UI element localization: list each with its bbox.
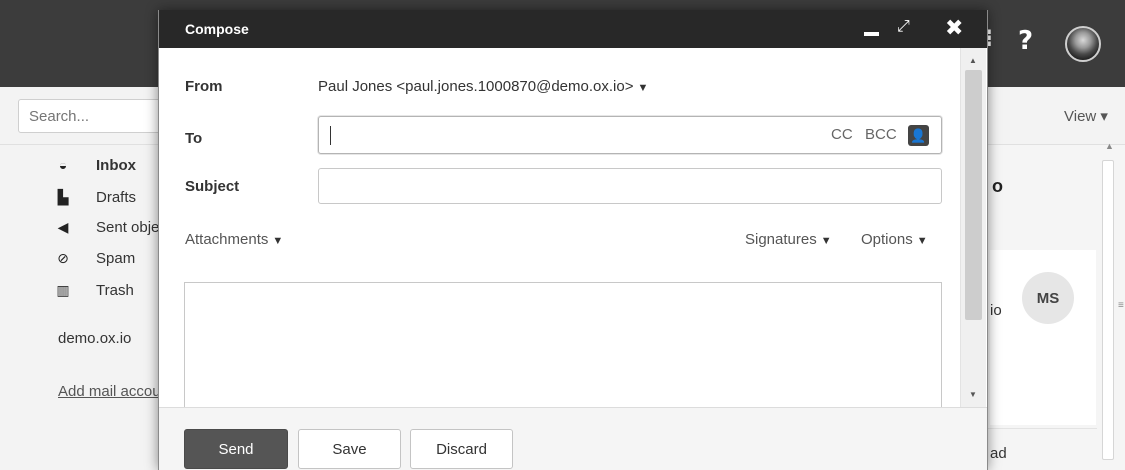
sender-avatar: MS <box>1022 272 1074 324</box>
options-dropdown[interactable]: Options ▼ <box>861 231 928 248</box>
send-icon: ◀ <box>57 218 69 235</box>
expand-icon[interactable]: ⤢ <box>897 18 910 36</box>
scroll-up-icon[interactable]: ▲ <box>969 56 977 65</box>
compose-scrollbar[interactable]: ▲ ▼ <box>960 48 986 407</box>
sidebar-item-inbox[interactable]: ◒ Inbox <box>52 154 136 176</box>
cc-toggle[interactable]: CC <box>831 126 853 143</box>
help-icon[interactable]: ? <box>1018 26 1033 56</box>
divider <box>986 428 1097 429</box>
trash-icon: ▥ <box>56 281 70 298</box>
scroll-up-icon[interactable]: ▲ <box>1105 141 1114 151</box>
user-avatar[interactable] <box>1065 26 1101 62</box>
sidebar-item-label: Drafts <box>96 188 137 206</box>
bcc-toggle[interactable]: BCC <box>865 126 897 143</box>
sidebar-item-label: Spam <box>96 249 136 267</box>
close-icon[interactable]: ✖ <box>945 15 963 41</box>
sidebar-item-trash[interactable]: ▥ Trash <box>52 279 134 301</box>
attachments-label: Attachments <box>185 231 269 248</box>
compose-title: Compose <box>185 21 249 37</box>
caret-down-icon: ▼ <box>637 82 649 94</box>
subject-label: Subject <box>185 178 240 195</box>
message-sender: io <box>990 302 1002 319</box>
sidebar-item-drafts[interactable]: ▙ Drafts <box>52 186 136 208</box>
sidebar-item-label: Trash <box>96 281 134 299</box>
view-dropdown[interactable]: View ▾ <box>1064 107 1108 125</box>
compose-titlebar: Compose ⤢ ✖ <box>159 10 987 48</box>
attachments-dropdown[interactable]: Attachments ▼ <box>185 231 283 248</box>
from-label: From <box>185 78 223 95</box>
message-text: ad <box>990 445 1007 462</box>
add-mail-account-link[interactable]: Add mail account <box>58 383 173 400</box>
sidebar-item-label: Inbox <box>96 156 136 174</box>
to-input[interactable]: CC BCC 👤 <box>318 116 942 154</box>
save-button[interactable]: Save <box>298 429 401 469</box>
ban-icon: ⊘ <box>57 249 69 266</box>
scrollbar-thumb[interactable] <box>965 70 982 320</box>
file-icon: ▙ <box>57 188 69 205</box>
caret-down-icon: ▼ <box>820 235 832 247</box>
sidebar-item-spam[interactable]: ⊘ Spam <box>52 247 135 269</box>
text-cursor <box>330 126 331 145</box>
send-button[interactable]: Send <box>184 429 288 469</box>
scroll-down-icon[interactable]: ▼ <box>969 390 977 399</box>
resize-handle-icon[interactable]: ≡ <box>1118 300 1124 311</box>
signatures-label: Signatures <box>745 231 817 248</box>
detail-scrollbar[interactable] <box>1102 160 1114 460</box>
from-selector[interactable]: Paul Jones <paul.jones.1000870@demo.ox.i… <box>318 78 648 95</box>
inbox-icon: ◒ <box>58 157 68 173</box>
minimize-icon[interactable] <box>864 32 879 36</box>
address-book-icon[interactable]: 👤 <box>908 125 929 146</box>
caret-down-icon: ▼ <box>272 235 284 247</box>
from-value: Paul Jones <paul.jones.1000870@demo.ox.i… <box>318 78 634 95</box>
caret-down-icon: ▼ <box>916 235 928 247</box>
account-name[interactable]: demo.ox.io <box>58 330 131 347</box>
detail-title: o <box>992 176 1003 196</box>
options-label: Options <box>861 231 913 248</box>
signatures-dropdown[interactable]: Signatures ▼ <box>745 231 832 248</box>
subject-input[interactable] <box>318 168 942 204</box>
compose-footer: Send Save Discard <box>159 407 987 470</box>
discard-button[interactable]: Discard <box>410 429 513 469</box>
compose-window: Compose ⤢ ✖ From Paul Jones <paul.jones.… <box>158 10 988 470</box>
to-label: To <box>185 130 203 147</box>
